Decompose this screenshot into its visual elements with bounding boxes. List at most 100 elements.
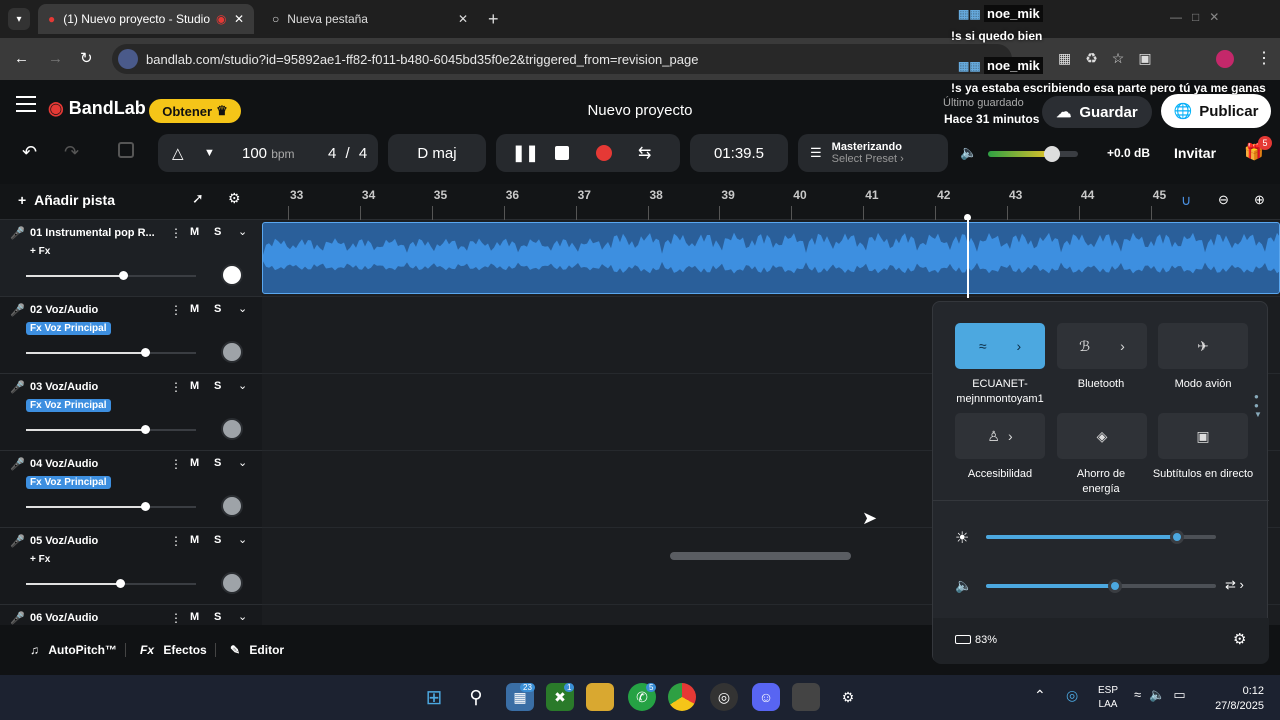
mute-button[interactable]: M bbox=[190, 534, 199, 546]
editor-button[interactable]: ✎ Editor bbox=[230, 643, 284, 657]
tab-active[interactable]: ● (1) Nuevo proyecto - Studio ◉ ✕ bbox=[38, 4, 254, 34]
close-tab-icon[interactable]: ✕ bbox=[458, 12, 468, 26]
track-name[interactable]: 01 Instrumental pop R... bbox=[30, 227, 155, 239]
wifi-toggle[interactable]: ≈ › bbox=[955, 323, 1045, 369]
zoom-out-icon[interactable]: ⊖ bbox=[1218, 192, 1229, 208]
track-name[interactable]: 02 Voz/Audio bbox=[30, 304, 98, 316]
tab-inactive[interactable]: ○ Nueva pestaña ✕ bbox=[262, 4, 478, 34]
redo-icon[interactable]: ↷ bbox=[64, 142, 79, 163]
save-button[interactable]: ☁ Guardar bbox=[1042, 96, 1152, 128]
obtener-button[interactable]: Obtener ♛ bbox=[149, 99, 241, 123]
live-captions-toggle[interactable]: ▣ bbox=[1158, 413, 1248, 459]
stop-icon[interactable] bbox=[555, 146, 569, 160]
automation-icon[interactable]: ➚ bbox=[192, 190, 204, 207]
metronome-dropdown-icon[interactable]: ▼ bbox=[204, 147, 215, 159]
new-tab-icon[interactable]: + bbox=[488, 9, 499, 30]
volume-icon[interactable]: 🔈 bbox=[955, 577, 972, 594]
snap-magnet-icon[interactable]: ∪ bbox=[1181, 192, 1191, 209]
effects-button[interactable]: Fx Efectos bbox=[140, 643, 207, 657]
track-menu-icon[interactable]: ⋮ bbox=[170, 380, 182, 394]
system-tray-icons[interactable]: ≈🔈▭ bbox=[1134, 687, 1194, 703]
page-dots[interactable]: ● ● ▼ bbox=[1254, 392, 1262, 419]
obs-icon[interactable]: ◎ bbox=[710, 683, 738, 711]
timeline-ruler[interactable]: 33 34 35 36 37 38 39 40 41 42 43 44 45 bbox=[262, 184, 1280, 221]
chrome-icon[interactable] bbox=[668, 683, 696, 711]
undo-icon[interactable]: ↶ bbox=[22, 142, 37, 163]
pan-knob[interactable] bbox=[221, 495, 243, 517]
microphone-icon[interactable]: ◎ bbox=[1066, 687, 1078, 704]
search-icon[interactable]: ⚲ bbox=[462, 683, 490, 711]
chevron-down-icon[interactable]: ⌄ bbox=[238, 302, 247, 315]
zoom-in-icon[interactable]: ⊕ bbox=[1254, 192, 1265, 208]
snapshot-icon[interactable] bbox=[118, 142, 134, 158]
track-volume-knob[interactable] bbox=[115, 579, 125, 588]
track-fx-button[interactable]: Fx Voz Principal bbox=[26, 322, 111, 335]
track-row[interactable]: 🎤 05 Voz/Audio ⋮ M S ⌄ + Fx bbox=[0, 528, 262, 605]
language-indicator[interactable]: ESP LAA bbox=[1098, 684, 1118, 712]
track-row[interactable]: 🎤 01 Instrumental pop R... ⋮ M S ⌄ + Fx bbox=[0, 220, 262, 297]
track-menu-icon[interactable]: ⋮ bbox=[170, 534, 182, 548]
mute-button[interactable]: M bbox=[190, 611, 199, 623]
track-volume-slider[interactable] bbox=[26, 425, 196, 434]
mute-button[interactable]: M bbox=[190, 303, 199, 315]
track-volume-slider[interactable] bbox=[26, 579, 196, 588]
track-volume-slider[interactable] bbox=[26, 271, 196, 280]
battery-icon[interactable] bbox=[955, 635, 971, 644]
time-signature[interactable]: 4 / 4 bbox=[328, 145, 367, 162]
audio-output-icon[interactable]: ⇄ › bbox=[1225, 577, 1244, 593]
reload-icon[interactable]: ↻ bbox=[80, 49, 93, 67]
track-row[interactable]: 🎤 04 Voz/Audio ⋮ M S ⌄ Fx Voz Principal bbox=[0, 451, 262, 528]
chevron-right-icon[interactable]: › bbox=[1008, 428, 1013, 444]
chevron-right-icon[interactable]: › bbox=[1017, 338, 1022, 354]
track-fx-button[interactable]: Fx Voz Principal bbox=[26, 476, 111, 489]
settings-app-icon[interactable]: ⚙ bbox=[834, 683, 862, 711]
bpm-value[interactable]: 100 bpm bbox=[242, 145, 295, 162]
track-row[interactable]: 🎤 03 Voz/Audio ⋮ M S ⌄ Fx Voz Principal bbox=[0, 374, 262, 451]
discord-icon[interactable]: ☺ bbox=[752, 683, 780, 711]
window-controls[interactable]: — □ ✕ bbox=[1170, 10, 1219, 24]
url-bar[interactable]: bandlab.com/studio?id=95892ae1-ff82-f011… bbox=[112, 44, 1012, 74]
tray-overflow-icon[interactable]: ⌃ bbox=[1034, 687, 1046, 704]
extensions-area[interactable]: ▦♻☆▣ bbox=[1058, 50, 1166, 67]
pan-knob[interactable] bbox=[221, 572, 243, 594]
track-fx-button[interactable]: + Fx bbox=[26, 245, 54, 258]
clock[interactable]: 0:12 27/8/2025 bbox=[1206, 684, 1264, 714]
track-menu-icon[interactable]: ⋮ bbox=[170, 226, 182, 240]
chevron-down-icon[interactable]: ⌄ bbox=[238, 533, 247, 546]
record-icon[interactable] bbox=[596, 145, 612, 161]
loop-icon[interactable]: ⇆ bbox=[638, 143, 651, 163]
chevron-down-icon[interactable]: ⌄ bbox=[238, 610, 247, 623]
track-name[interactable]: 05 Voz/Audio bbox=[30, 535, 98, 547]
track-volume-slider[interactable] bbox=[26, 502, 196, 511]
brightness-knob[interactable] bbox=[1169, 530, 1184, 544]
track-name[interactable]: 04 Voz/Audio bbox=[30, 458, 98, 470]
track-volume-knob[interactable] bbox=[141, 348, 150, 357]
solo-button[interactable]: S bbox=[214, 303, 221, 315]
mute-button[interactable]: M bbox=[190, 380, 199, 392]
pan-knob[interactable] bbox=[221, 341, 243, 363]
chevron-down-icon[interactable]: ⌄ bbox=[238, 225, 247, 238]
track-menu-icon[interactable]: ⋮ bbox=[170, 303, 182, 317]
track-menu-icon[interactable]: ⋮ bbox=[170, 457, 182, 471]
solo-button[interactable]: S bbox=[214, 380, 221, 392]
solo-button[interactable]: S bbox=[214, 457, 221, 469]
track-name[interactable]: 03 Voz/Audio bbox=[30, 381, 98, 393]
track-row[interactable]: 🎤 02 Voz/Audio ⋮ M S ⌄ Fx Voz Principal bbox=[0, 297, 262, 374]
mute-button[interactable]: M bbox=[190, 457, 199, 469]
track-volume-knob[interactable] bbox=[141, 502, 150, 511]
master-volume-knob[interactable] bbox=[1044, 146, 1060, 162]
add-track-button[interactable]: + Añadir pista bbox=[18, 192, 115, 208]
terminal-icon[interactable] bbox=[792, 683, 820, 711]
hamburger-menu-icon[interactable] bbox=[16, 96, 36, 112]
solo-button[interactable]: S bbox=[214, 226, 221, 238]
track-menu-icon[interactable]: ⋮ bbox=[170, 611, 182, 625]
bluetooth-toggle[interactable]: ℬ › bbox=[1057, 323, 1147, 369]
solo-button[interactable]: S bbox=[214, 611, 221, 623]
playhead[interactable] bbox=[967, 216, 969, 298]
mute-button[interactable]: M bbox=[190, 226, 199, 238]
tuner-icon[interactable]: ⚙ bbox=[228, 190, 241, 207]
project-title[interactable]: Nuevo proyecto bbox=[540, 102, 740, 119]
pan-knob[interactable] bbox=[221, 418, 243, 440]
invite-button[interactable]: Invitar bbox=[1174, 145, 1216, 161]
track-fx-button[interactable]: Fx Voz Principal bbox=[26, 399, 111, 412]
